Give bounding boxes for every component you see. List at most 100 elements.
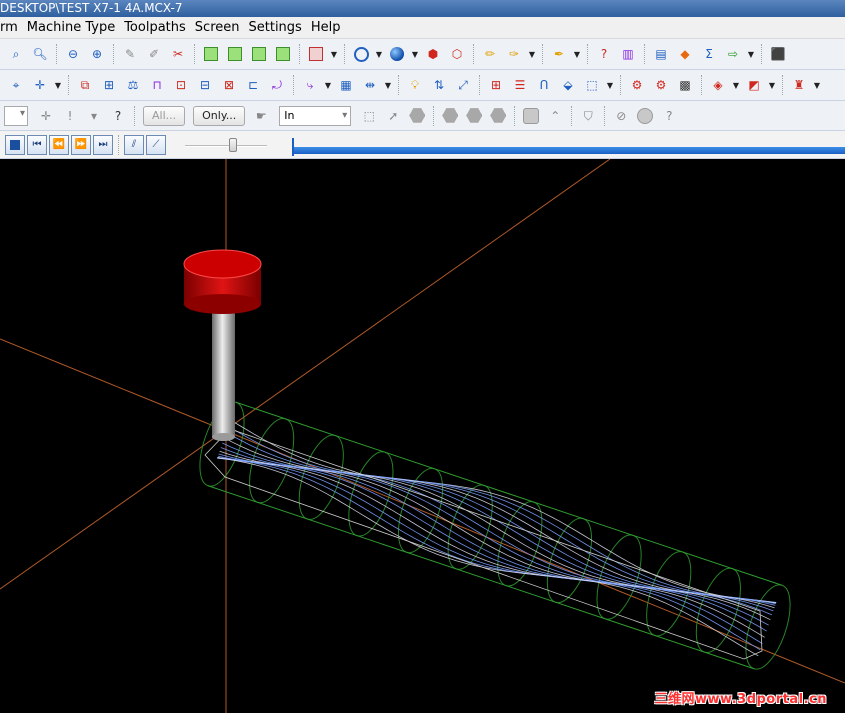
menu-machine-type[interactable]: Machine Type (27, 20, 124, 35)
step-forward-button[interactable]: ⏩ (71, 134, 91, 155)
menu-form[interactable]: rm (0, 20, 27, 35)
marker-icon[interactable]: ✒ (549, 44, 569, 64)
xform-offset-icon[interactable]: ⊡ (171, 75, 191, 95)
grid-icon[interactable]: ▦ (336, 75, 356, 95)
chevron-down-icon[interactable]: ▼ (768, 81, 776, 90)
break-icon[interactable]: ⇹ (360, 75, 380, 95)
chevron-down-icon[interactable]: ▼ (528, 50, 536, 59)
trim-icon[interactable]: ⤷ (300, 75, 320, 95)
verify-icon[interactable]: ◈ (708, 75, 728, 95)
cube-view-icon[interactable] (306, 44, 326, 64)
hex-select-icon[interactable] (409, 108, 426, 123)
sim-box-icon[interactable]: ⬛ (768, 44, 788, 64)
xform-translate-icon[interactable]: ⧉ (75, 75, 95, 95)
simulate-icon[interactable]: ◩ (744, 75, 764, 95)
arrow-select-icon[interactable]: ➚ (383, 106, 403, 126)
loop-select-icon[interactable]: ⌃ (545, 106, 565, 126)
selection-mode-combo[interactable] (4, 105, 28, 126)
slider-thumb[interactable] (229, 137, 237, 152)
fit-zoom-icon[interactable]: ⊕ (87, 44, 107, 64)
skip-end-button[interactable]: ⏭ (93, 134, 113, 155)
surface-icon[interactable]: ⬚ (582, 75, 602, 95)
shading-icon[interactable]: ✐ (144, 44, 164, 64)
select-help-icon[interactable]: ? (659, 106, 679, 126)
units-select[interactable]: In (279, 105, 352, 126)
hand-cursor-icon[interactable]: ☛ (251, 106, 271, 126)
zoom-icon[interactable]: 🔍︎ (30, 44, 50, 64)
circle-select-icon[interactable] (637, 107, 654, 124)
face-icon[interactable]: ⬙ (558, 75, 578, 95)
body-select-icon[interactable] (490, 108, 507, 123)
contour-icon[interactable]: Ո (534, 75, 554, 95)
pencil-multi-icon[interactable]: ✑ (504, 44, 524, 64)
speed-slider[interactable] (185, 135, 267, 155)
planes-globe-icon[interactable] (351, 44, 371, 64)
multiaxis-swarf-icon[interactable]: ⚙ (651, 75, 671, 95)
operations-manager-icon[interactable]: ▤ (651, 44, 671, 64)
tool-icon[interactable]: ♜ (789, 75, 809, 95)
menu-help[interactable]: Help (311, 20, 350, 35)
solid-select-icon[interactable] (442, 108, 459, 123)
sort-icon[interactable]: ⇅ (429, 75, 449, 95)
no-select-icon[interactable]: ⊘ (611, 106, 631, 126)
solid-shade-icon[interactable]: ⬢ (423, 44, 443, 64)
chevron-down-icon[interactable]: ▼ (324, 81, 332, 90)
tool-display-button[interactable]: ⟋ (146, 134, 166, 155)
zoom-window-icon[interactable]: ⌕ (6, 44, 26, 64)
graphics-viewport[interactable]: 三维网www.3dportal.cn (0, 159, 845, 713)
chevron-down-icon[interactable]: ▼ (384, 81, 392, 90)
solid-outline-icon[interactable]: ⬡ (447, 44, 467, 64)
chevron-down-icon[interactable]: ▼ (732, 81, 740, 90)
drill-icon[interactable]: ⊞ (486, 75, 506, 95)
multiaxis-icon[interactable]: ⚙ (627, 75, 647, 95)
chevron-down-icon[interactable]: ▼ (573, 50, 581, 59)
chevron-down-icon[interactable]: ▼ (411, 50, 419, 59)
analyze-icon[interactable]: ? (594, 44, 614, 64)
pocket-icon[interactable]: ☰ (510, 75, 530, 95)
stop-button[interactable] (5, 134, 25, 155)
pencil-icon[interactable]: ✏ (480, 44, 500, 64)
step-back-button[interactable]: ⏪ (49, 134, 69, 155)
view-side-icon[interactable] (249, 44, 269, 64)
xform-roll-icon[interactable]: ⤾ (267, 75, 287, 95)
transform-icon[interactable]: ✛ (30, 75, 50, 95)
post-process-icon[interactable]: ⇨ (723, 44, 743, 64)
window-select-icon[interactable]: ⬚ (359, 106, 379, 126)
xform-scale-icon[interactable]: ⊓ (147, 75, 167, 95)
backplot-progress-bar[interactable] (294, 147, 845, 154)
backplot-icon[interactable]: ◆ (675, 44, 695, 64)
levels-icon[interactable]: ▥ (618, 44, 638, 64)
all-button[interactable]: All... (143, 105, 186, 126)
light-bulb-icon[interactable]: 💡︎ (405, 75, 425, 95)
xform-stretch-icon[interactable]: ⊏ (243, 75, 263, 95)
chevron-down-icon[interactable]: ▼ (375, 50, 383, 59)
view-top-icon[interactable] (201, 44, 221, 64)
xform-rotate-icon[interactable]: ⊞ (99, 75, 119, 95)
menu-screen[interactable]: Screen (195, 20, 249, 35)
chevron-down-icon[interactable]: ▼ (606, 81, 614, 90)
face-select-icon[interactable] (466, 108, 483, 123)
chevron-down-icon[interactable]: ▼ (813, 81, 821, 90)
chevron-down-icon[interactable]: ▼ (330, 50, 338, 59)
chevron-down-icon[interactable]: ▼ (54, 81, 62, 90)
xform-project-icon[interactable]: ⊟ (195, 75, 215, 95)
view-iso-icon[interactable] (273, 44, 293, 64)
xform-array-icon[interactable]: ⊠ (219, 75, 239, 95)
toolpath-display-button[interactable]: ⫽ (124, 134, 144, 155)
select-point-icon[interactable]: ⌖ (6, 75, 26, 95)
stock-box-icon[interactable]: ▩ (675, 75, 695, 95)
alert-icon[interactable]: ! (60, 106, 80, 126)
auto-cursor-icon[interactable]: ✛ (36, 106, 56, 126)
view-front-icon[interactable] (225, 44, 245, 64)
sum-icon[interactable]: Σ (699, 44, 719, 64)
unzoom-icon[interactable]: ⊖ (63, 44, 83, 64)
help-icon[interactable]: ? (108, 106, 128, 126)
only-button[interactable]: Only... (193, 105, 246, 126)
chain-icon[interactable]: ▾ (84, 106, 104, 126)
wireframe-icon[interactable]: ✎ (120, 44, 140, 64)
chevron-down-icon[interactable]: ▼ (747, 50, 755, 59)
edge-select-icon[interactable] (523, 107, 540, 124)
shade-sphere-icon[interactable] (387, 44, 407, 64)
menu-toolpaths[interactable]: Toolpaths (124, 20, 195, 35)
clear-color-icon[interactable]: ✂ (168, 44, 188, 64)
